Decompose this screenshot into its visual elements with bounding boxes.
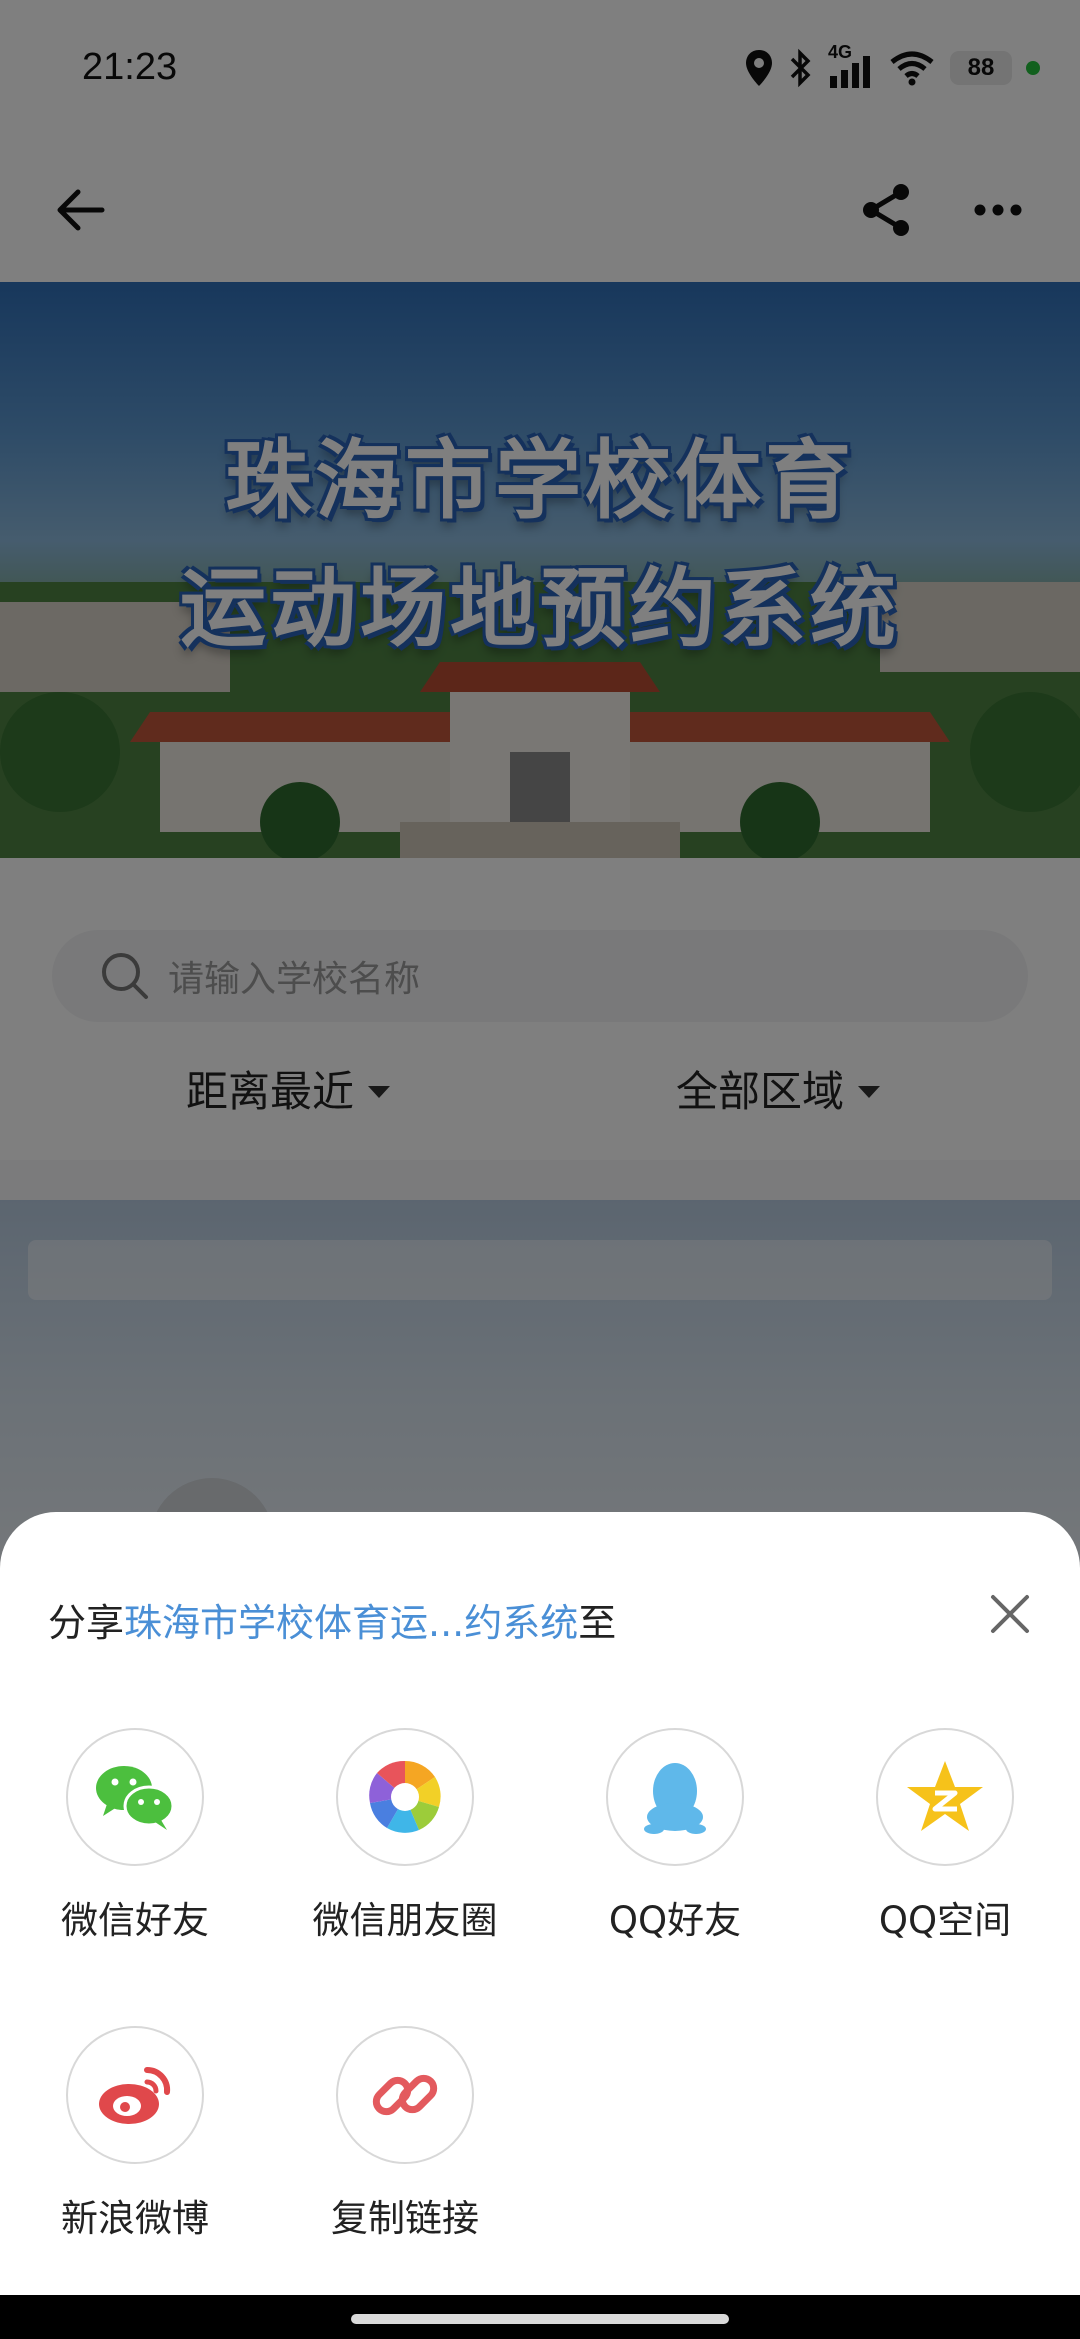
share-option-copy-link[interactable]: 复制链接 — [270, 2026, 540, 2246]
share-option-wechat-moments[interactable]: 微信朋友圈 — [270, 1728, 540, 1948]
home-indicator[interactable] — [351, 2314, 729, 2324]
share-title-highlight: 珠海市学校体育运...约系统 — [124, 1601, 579, 1645]
share-option-label: 新浪微博 — [61, 2197, 209, 2240]
qzone-icon — [907, 1761, 983, 1831]
share-icon-circle — [606, 1728, 744, 1866]
qq-icon — [644, 1763, 706, 1834]
share-option-qzone[interactable]: QQ空间 — [810, 1728, 1080, 1948]
share-option-weibo[interactable]: 新浪微博 — [0, 2026, 270, 2246]
share-sheet: 分享珠海市学校体育运...约系统至 微信好友 微信朋友圈 QQ好友 QQ空间 新… — [0, 1512, 1080, 2295]
share-option-label: 微信朋友圈 — [312, 1899, 498, 1942]
share-sheet-title: 分享珠海市学校体育运...约系统至 — [48, 1592, 616, 1647]
share-icon-circle — [66, 2026, 204, 2164]
wechat-moments-icon — [369, 1760, 441, 1833]
share-option-label: 复制链接 — [331, 2197, 479, 2240]
share-title-suffix: 至 — [578, 1601, 617, 1645]
share-option-label: 微信好友 — [61, 1899, 209, 1942]
share-icon-circle — [876, 1728, 1014, 1866]
share-option-qq-friend[interactable]: QQ好友 — [540, 1728, 810, 1948]
link-icon — [372, 2074, 438, 2116]
share-icon-circle — [66, 1728, 204, 1866]
weibo-icon — [99, 2066, 171, 2124]
close-button[interactable] — [980, 1584, 1040, 1644]
share-icon-circle — [336, 2026, 474, 2164]
share-title-prefix: 分享 — [48, 1601, 125, 1645]
share-option-label: QQ空间 — [878, 1899, 1012, 1942]
close-icon — [991, 1595, 1029, 1633]
share-option-wechat-friend[interactable]: 微信好友 — [0, 1728, 270, 1948]
wechat-icon — [96, 1766, 175, 1830]
share-icon-circle — [336, 1728, 474, 1866]
share-option-label: QQ好友 — [608, 1899, 742, 1942]
